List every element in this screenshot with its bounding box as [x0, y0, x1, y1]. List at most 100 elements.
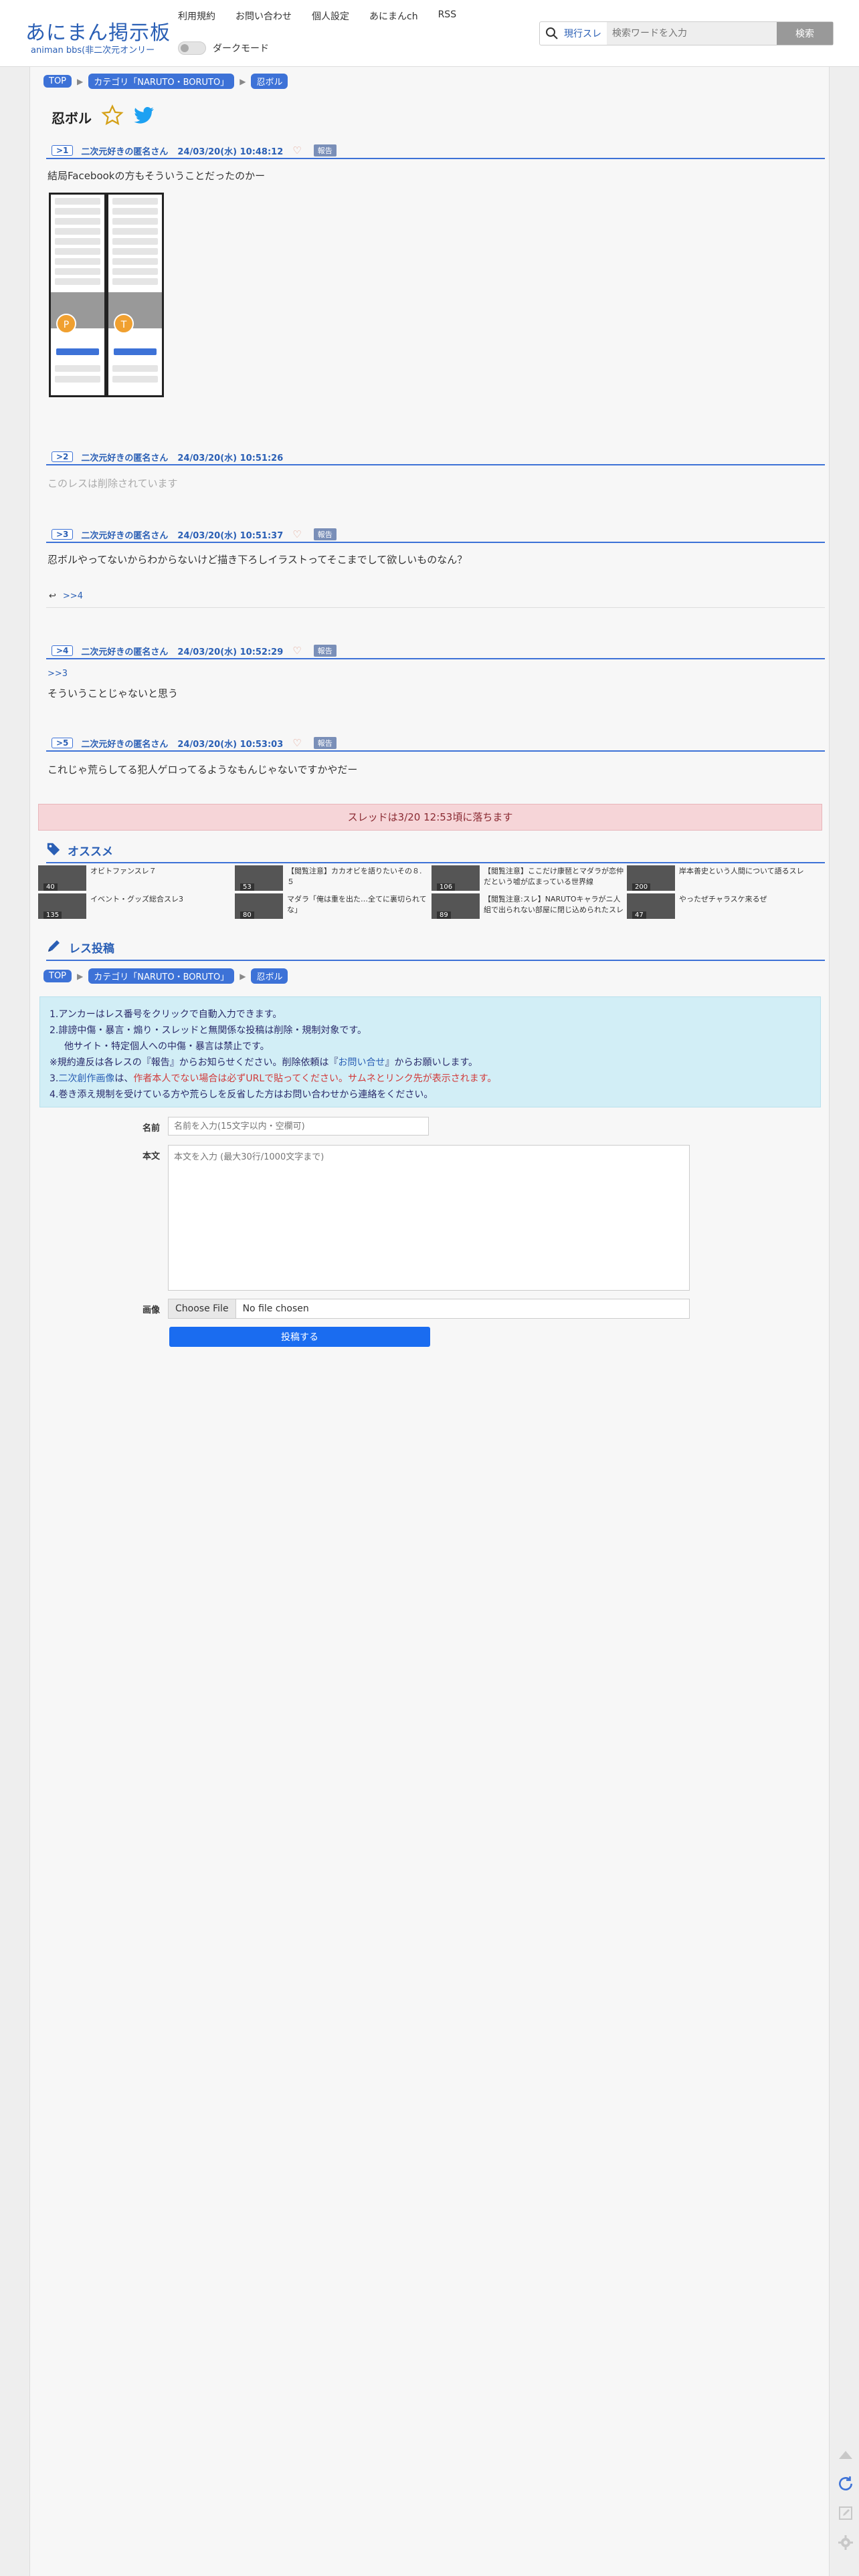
search-icon — [540, 22, 564, 45]
post-header: >2 二次元好きの匿名さん 24/03/20(水) 10:51:26 — [46, 449, 825, 465]
twitter-icon[interactable] — [133, 106, 155, 128]
search-input[interactable] — [607, 22, 777, 45]
post-header: >1 二次元好きの匿名さん 24/03/20(水) 10:48:12 ♡ 報告 — [46, 143, 825, 159]
thread-thumbnail: 47 — [627, 893, 675, 919]
post-author: 二次元好きの匿名さん — [81, 530, 169, 541]
report-button[interactable]: 報告 — [313, 528, 337, 540]
reply-anchor-link[interactable]: >>4 — [63, 591, 83, 601]
breadcrumb-top[interactable]: TOP — [43, 75, 72, 88]
recommend-item-title: イベント・グッズ総合スレ3 — [90, 895, 183, 903]
dark-mode-toggle[interactable]: ダークモード — [178, 41, 269, 55]
screenshot-image-right[interactable]: T — [106, 193, 164, 397]
thread-thumbnail: 89 — [432, 893, 480, 919]
main-content: TOP ▶ カテゴリ「NARUTO・BORUTO」 ▶ 忍ボル 忍ボル >1 二… — [29, 67, 830, 2576]
thread-thumbnail: 106 — [432, 865, 480, 891]
post-body-deleted: このレスは削除されています — [47, 477, 178, 490]
gear-icon[interactable] — [835, 2532, 856, 2553]
nav-settings[interactable]: 個人設定 — [312, 9, 349, 23]
nav-contact[interactable]: お問い合わせ — [235, 9, 292, 23]
comment-count: 200 — [632, 883, 651, 891]
notice-line: 2.誹謗中傷・暴言・煽り・スレッドと無関係な投稿は削除・規制対象です。 — [50, 1025, 367, 1036]
recommend-item[interactable]: 89 【閲覧注意:スレ】NARUTOキャラがニ人組で出られない部屋に閉じ込められ… — [432, 893, 626, 919]
pencil-icon — [46, 938, 62, 957]
report-button[interactable]: 報告 — [313, 144, 337, 156]
post-header: >4 二次元好きの匿名さん 24/03/20(水) 10:52:29 ♡ 報告 — [46, 643, 825, 659]
post-body: 結局Facebookの方もそういうことだったのかー — [47, 170, 266, 182]
body-label: 本文 — [142, 1152, 161, 1162]
post-body: 忍ボルやってないからわからないけど描き下ろしイラストってそこまでして欲しいものな… — [47, 554, 468, 566]
recommend-item[interactable]: 40 オビトファンスレ７ — [38, 865, 232, 891]
recommend-item[interactable]: 106 【閲覧注意】ここだけ康琶とマダラが恋仲だという嘘が広まっている世界線 — [432, 865, 626, 891]
choose-file-button[interactable]: Choose File — [169, 1299, 236, 1318]
post-number[interactable]: >1 — [52, 145, 74, 156]
post-number[interactable]: >2 — [52, 451, 74, 462]
post-author: 二次元好きの匿名さん — [81, 739, 169, 750]
top-nav: 利用規約 お問い合わせ 個人設定 あにまんch RSS — [178, 9, 456, 23]
star-icon[interactable] — [101, 104, 124, 130]
contact-link[interactable]: お問い合せ — [338, 1057, 385, 1068]
post-anchor-link[interactable]: >>3 — [47, 669, 68, 679]
search-mode-select[interactable]: 現行スレ — [564, 27, 607, 40]
recommend-heading: オススメ — [46, 841, 825, 863]
divider — [46, 607, 825, 608]
logo-subtitle: animan bbs(非二次元オンリー — [31, 45, 155, 56]
breadcrumb-separator: ▶ — [77, 971, 84, 981]
comment-count: 53 — [240, 883, 254, 891]
breadcrumb-category[interactable]: カテゴリ「NARUTO・BORUTO」 — [88, 968, 235, 984]
post-number[interactable]: >3 — [52, 529, 74, 540]
breadcrumb-thread[interactable]: 忍ボル — [251, 74, 288, 89]
compose-icon[interactable] — [835, 2502, 856, 2524]
thread-drop-notice: スレッドは3/20 12:53頃に落ちます — [38, 804, 822, 831]
breadcrumb-separator: ▶ — [240, 76, 246, 86]
image-file-input[interactable]: Choose File No file chosen — [168, 1299, 690, 1319]
dark-mode-switch[interactable] — [178, 41, 206, 55]
recommend-item[interactable]: 200 岸本善史という人間について語るスレ — [627, 865, 821, 891]
heart-icon[interactable]: ♡ — [292, 737, 301, 749]
heart-icon[interactable]: ♡ — [292, 645, 301, 657]
recommend-item-title: 【閲覧注意】カカオビを語りたいその８.５ — [287, 867, 422, 886]
post-header: >3 二次元好きの匿名さん 24/03/20(水) 10:51:37 ♡ 報告 — [46, 527, 825, 543]
reload-icon[interactable] — [835, 2473, 856, 2494]
notice-line: 1.アンカーはレス番号をクリックで自動入力できます。 — [50, 1009, 282, 1020]
recommend-item[interactable]: 135 イベント・グッズ総合スレ3 — [38, 893, 232, 919]
site-logo[interactable]: あにまん掲示板 animan bbs(非二次元オンリー — [25, 16, 173, 56]
thread-thumbnail: 40 — [38, 865, 86, 891]
breadcrumb-category[interactable]: カテゴリ「NARUTO・BORUTO」 — [88, 74, 235, 89]
thread-thumbnail: 135 — [38, 893, 86, 919]
breadcrumb-thread[interactable]: 忍ボル — [251, 968, 288, 984]
search-button[interactable]: 検索 — [777, 22, 833, 45]
scroll-top-button[interactable] — [835, 2444, 856, 2465]
breadcrumb-top[interactable]: TOP — [43, 970, 72, 982]
comment-count: 40 — [43, 883, 58, 891]
thread-title-row: 忍ボル — [52, 104, 155, 130]
report-button[interactable]: 報告 — [313, 645, 337, 657]
report-button[interactable]: 報告 — [313, 737, 337, 749]
page-title: 忍ボル — [52, 110, 92, 126]
search-bar: 現行スレ 検索 — [539, 21, 834, 45]
nav-animanch[interactable]: あにまんch — [369, 9, 418, 23]
comment-count: 135 — [43, 911, 62, 919]
notice-line: 他サイト・特定個人への中傷・暴言は禁止です。 — [64, 1041, 270, 1052]
body-textarea[interactable] — [168, 1145, 690, 1291]
screenshot-image-left[interactable]: P — [49, 193, 106, 397]
post-number[interactable]: >5 — [52, 738, 74, 748]
post-number[interactable]: >4 — [52, 645, 74, 656]
recommend-item[interactable]: 80 マダラ「俺は重を出た…全てに裏切られてな」 — [235, 893, 429, 919]
nav-rss[interactable]: RSS — [438, 9, 457, 23]
file-status: No file chosen — [242, 1303, 309, 1314]
recommend-item-title: 【閲覧注意:スレ】NARUTOキャラがニ人組で出られない部屋に閉じ込められたスレ — [484, 895, 624, 914]
name-field[interactable] — [168, 1117, 429, 1136]
recommend-item[interactable]: 53 【閲覧注意】カカオビを語りたいその８.５ — [235, 865, 429, 891]
name-label: 名前 — [142, 1123, 161, 1134]
submit-button[interactable]: 投稿する — [169, 1327, 430, 1347]
recommend-item-title: オビトファンスレ７ — [90, 867, 157, 875]
comment-count: 106 — [437, 883, 456, 891]
nav-terms[interactable]: 利用規約 — [178, 9, 215, 23]
avatar: T — [114, 314, 134, 334]
recommend-item[interactable]: 47 やったぜチャラスケ来るぜ — [627, 893, 821, 919]
heart-icon[interactable]: ♡ — [292, 144, 301, 156]
post-author: 二次元好きの匿名さん — [81, 146, 169, 157]
heart-icon[interactable]: ♡ — [292, 528, 301, 540]
comment-count: 89 — [437, 911, 451, 919]
reply-arrow-icon: ↩ — [49, 591, 56, 601]
